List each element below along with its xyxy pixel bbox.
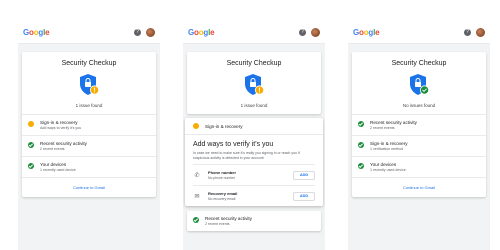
row-title: Recent security activity	[370, 120, 417, 125]
help-icon[interactable]: ?	[464, 29, 471, 36]
email-method: ✉ Recovery email No recovery email ADD	[193, 185, 315, 206]
panel-title: Sign-in & recovery	[205, 123, 243, 129]
row-subtitle: 2 recent events	[205, 222, 230, 227]
method-subtitle: No recovery email	[208, 197, 236, 202]
shield-warning-icon	[243, 73, 265, 97]
method-title: Recovery email	[208, 191, 238, 197]
check-icon	[28, 163, 34, 169]
verify-description: In case we need to make sure it's really…	[193, 151, 300, 160]
checkup-row-devices[interactable]: Your devices 1 recently used device	[352, 157, 486, 178]
page-title: Security Checkup	[61, 60, 117, 67]
avatar[interactable]	[146, 28, 155, 37]
method-title: Phone number	[208, 170, 237, 176]
method-subtitle: No phone number	[208, 176, 236, 181]
row-title: Recent security activity	[205, 216, 252, 222]
checkup-header: Security Checkup No issues found	[352, 52, 486, 115]
checkup-header: Security Checkup 1 issue found	[22, 52, 156, 115]
help-icon[interactable]: ?	[134, 29, 141, 36]
row-subtitle: Add ways to verify it's you	[40, 126, 82, 130]
add-phone-button[interactable]: ADD	[293, 170, 315, 180]
issue-count: No issues found	[402, 103, 436, 108]
help-icon[interactable]: ?	[299, 29, 306, 36]
signin-recovery-panel: Sign-in & recovery Add ways to verify it…	[185, 118, 323, 207]
checkup-header: Security Checkup 1 issue found	[187, 52, 321, 114]
verify-title: Add ways to verify it's you	[193, 141, 274, 148]
add-email-button[interactable]: ADD	[293, 191, 315, 201]
phone-method: ✆ Phone number No phone number ADD	[193, 164, 315, 185]
continue-link[interactable]: Continue to Gmail	[22, 178, 156, 197]
phone-icon: ✆	[194, 172, 200, 179]
app-bar: Google ?	[348, 22, 490, 44]
checkup-row-signin[interactable]: Sign-in & recovery 1 verification method	[352, 136, 486, 157]
panel-header[interactable]: Sign-in & recovery	[185, 118, 323, 135]
page-title: Security Checkup	[226, 60, 282, 67]
row-title: Sign-in & recovery	[40, 120, 78, 125]
checkup-row-devices[interactable]: Your devices 1 recently used device	[22, 157, 156, 178]
google-logo[interactable]: Google	[23, 28, 50, 37]
activity-card: Recent security activity 2 recent events	[187, 211, 321, 232]
shield-check-icon	[408, 73, 430, 97]
issue-count: 1 issue found	[240, 103, 268, 108]
checkup-row-activity[interactable]: Recent security activity 2 recent events	[187, 211, 321, 231]
checkup-row-activity[interactable]: Recent security activity 2 recent events	[352, 115, 486, 136]
page-title: Security Checkup	[391, 60, 447, 67]
continue-link[interactable]: Continue to Gmail	[352, 178, 486, 197]
screen-3: Google ? Security Checkup No issues foun…	[348, 22, 490, 250]
checkup-row-activity[interactable]: Recent security activity 2 recent events	[22, 136, 156, 157]
avatar[interactable]	[476, 28, 485, 37]
check-icon	[358, 163, 364, 169]
row-subtitle: 2 recent events	[370, 126, 395, 130]
check-icon	[358, 121, 364, 127]
check-icon	[193, 217, 199, 224]
app-bar: Google ?	[183, 22, 325, 44]
check-icon	[358, 142, 364, 148]
check-icon	[28, 142, 34, 148]
checkup-row-signin[interactable]: Sign-in & recovery Add ways to verify it…	[22, 115, 156, 136]
checkup-card: Security Checkup 1 issue found	[187, 52, 321, 114]
checkup-card: Security Checkup No issues found Recent …	[352, 52, 486, 197]
verify-section: Add ways to verify it's you In case we n…	[185, 135, 323, 206]
avatar[interactable]	[311, 28, 320, 37]
row-title: Your devices	[370, 162, 397, 167]
issue-count: 1 issue found	[75, 103, 103, 108]
warning-icon	[193, 123, 199, 129]
checkup-card: Security Checkup 1 issue found Sign-in &…	[22, 52, 156, 197]
shield-warning-icon	[78, 73, 100, 97]
row-title: Recent security activity	[40, 141, 87, 146]
screen-1: Google ? Security Checkup 1 issue found	[18, 22, 160, 250]
row-title: Your devices	[40, 162, 67, 167]
email-icon: ✉	[194, 193, 200, 200]
google-logo[interactable]: Google	[188, 28, 215, 37]
row-subtitle: 1 recently used device	[40, 168, 76, 172]
row-subtitle: 1 recently used device	[370, 168, 406, 172]
screen-2: Google ? Security Checkup 1 issue found	[183, 22, 325, 250]
row-subtitle: 1 verification method	[370, 147, 404, 151]
app-bar: Google ?	[18, 22, 160, 44]
row-title: Sign-in & recovery	[370, 141, 408, 146]
warning-icon	[28, 121, 34, 127]
google-logo[interactable]: Google	[353, 28, 380, 37]
row-subtitle: 2 recent events	[40, 147, 65, 151]
